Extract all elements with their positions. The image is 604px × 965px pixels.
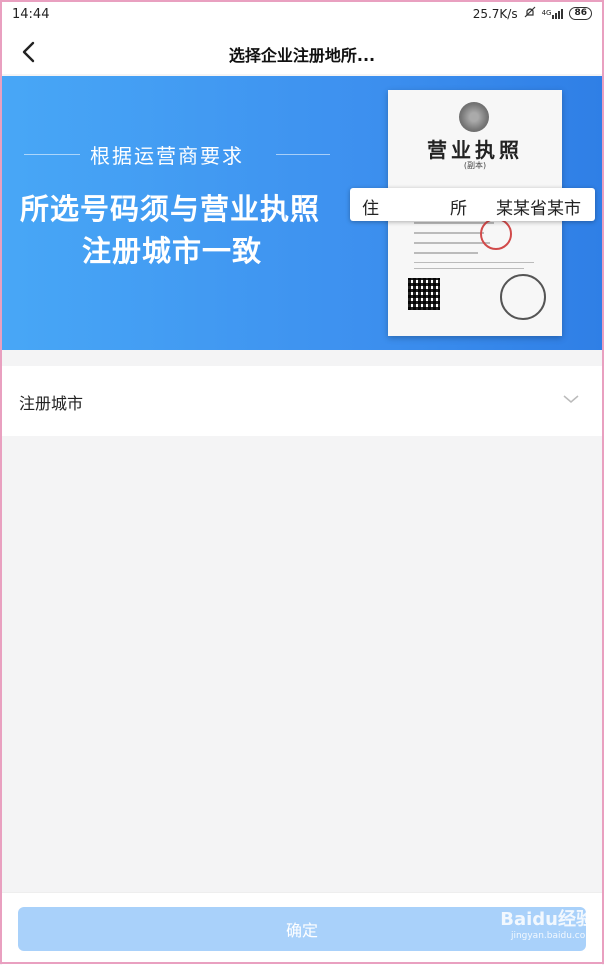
mute-icon — [524, 6, 536, 21]
license-text-line — [414, 262, 534, 263]
banner-subtitle: 根据运营商要求 — [90, 144, 244, 168]
requirement-banner: 根据运营商要求 所选号码须与营业执照 注册城市一致 营业执照 (副本) 住 所 … — [2, 76, 602, 350]
license-title: 营业执照 — [427, 138, 523, 162]
license-text-line — [414, 252, 478, 254]
seal-stamp-icon — [500, 274, 546, 320]
battery-icon: 86 — [569, 7, 592, 20]
address-label-1: 住 — [362, 199, 379, 219]
network-speed: 25.7K/s — [472, 6, 518, 21]
baidu-watermark: Baidu经验 jingyan.baidu.com — [500, 905, 594, 941]
city-select-label: 注册城市 — [19, 394, 84, 413]
address-callout: 住 所 某某省某市 — [350, 188, 595, 221]
license-subtitle: (副本) — [463, 161, 487, 170]
registration-city-select[interactable]: 注册城市 — [2, 366, 602, 436]
chevron-down-icon — [563, 395, 579, 403]
red-stamp-icon — [480, 218, 512, 250]
page-title: 选择企业注册地所... — [228, 46, 376, 65]
nav-bar: 选择企业注册地所... — [0, 30, 604, 74]
banner-headline-2: 注册城市一致 — [82, 234, 263, 268]
signal-icon: 4G — [541, 8, 564, 19]
subtitle-right-line — [276, 154, 330, 155]
address-value: 某某省某市 — [496, 199, 581, 219]
qr-code-icon — [408, 278, 440, 310]
banner-headline-1: 所选号码须与营业执照 — [20, 192, 321, 226]
national-emblem-icon — [459, 102, 489, 132]
watermark-logo: Baidu经验 — [500, 909, 594, 930]
signal-label: 4G — [541, 8, 552, 17]
status-time: 14:44 — [12, 7, 50, 22]
watermark-url: jingyan.baidu.com — [510, 931, 594, 941]
license-text-line — [414, 268, 524, 269]
license-text-line — [414, 232, 484, 234]
address-label-2: 所 — [450, 199, 467, 219]
bottom-action-bar: 确定 Baidu经验 jingyan.baidu.com — [2, 892, 602, 965]
license-text-line — [414, 242, 490, 244]
status-bar: 14:44 25.7K/s 4G 86 — [0, 0, 604, 30]
status-icons: 25.7K/s 4G 86 — [473, 6, 592, 21]
subtitle-left-line — [24, 154, 80, 155]
